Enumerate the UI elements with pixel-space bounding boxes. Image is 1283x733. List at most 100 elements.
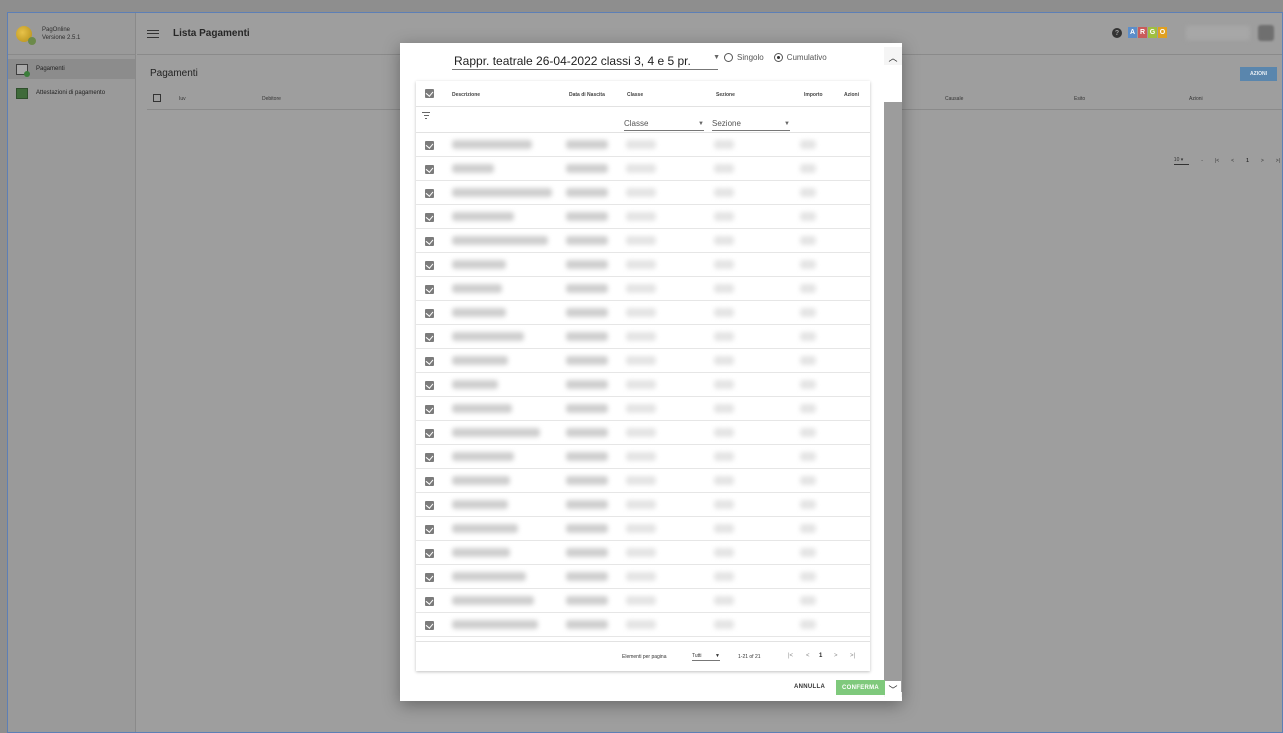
table-row[interactable] <box>416 133 870 157</box>
column-header[interactable]: Data di Nascita <box>569 92 605 98</box>
row-checkbox[interactable] <box>425 525 434 534</box>
row-checkbox[interactable] <box>425 621 434 630</box>
table-row[interactable] <box>416 397 870 421</box>
chevron-down-icon: ▼ <box>784 121 790 127</box>
table-row[interactable] <box>416 277 870 301</box>
row-checkbox[interactable] <box>425 477 434 486</box>
column-header[interactable]: Debitore <box>262 96 281 102</box>
table-row[interactable] <box>416 229 870 253</box>
event-select-value: Rappr. teatrale 26-04-2022 classi 3, 4 e… <box>454 54 691 68</box>
row-checkbox[interactable] <box>425 573 434 582</box>
prev-page-icon[interactable]: < <box>806 653 810 659</box>
column-header[interactable]: Descrizione <box>452 92 480 98</box>
redacted-cell <box>626 620 656 629</box>
redacted-cell <box>566 500 608 509</box>
column-header[interactable]: Azioni <box>1189 96 1203 102</box>
last-page-icon[interactable]: >| <box>850 653 855 659</box>
redacted-cell <box>452 404 512 413</box>
redacted-cell <box>452 188 552 197</box>
sidebar-item-attestazioni[interactable]: Attestazioni di pagamento <box>8 83 135 103</box>
row-checkbox[interactable] <box>425 309 434 318</box>
column-header[interactable]: Iuv <box>179 96 186 102</box>
row-checkbox[interactable] <box>425 453 434 462</box>
table-row[interactable] <box>416 157 870 181</box>
students-table-body <box>416 133 870 637</box>
column-header[interactable]: Azioni <box>844 92 859 98</box>
dialog-scrollbar[interactable]: ︿ ﹀ <box>884 47 902 697</box>
row-checkbox[interactable] <box>425 597 434 606</box>
redacted-cell <box>626 404 656 413</box>
prev-page-icon[interactable]: < <box>1231 158 1234 164</box>
redacted-cell <box>714 188 734 197</box>
first-page-icon[interactable]: |< <box>788 653 793 659</box>
scroll-down-icon[interactable]: ﹀ <box>885 681 901 697</box>
cancel-button[interactable]: ANNULLA <box>794 684 825 690</box>
row-checkbox[interactable] <box>425 357 434 366</box>
radio-cumulativo[interactable] <box>773 53 783 62</box>
table-row[interactable] <box>416 253 870 277</box>
row-checkbox[interactable] <box>425 429 434 438</box>
row-checkbox[interactable] <box>425 405 434 414</box>
table-row[interactable] <box>416 493 870 517</box>
table-row[interactable] <box>416 469 870 493</box>
column-header[interactable]: Sezione <box>716 92 735 98</box>
table-row[interactable] <box>416 325 870 349</box>
column-header[interactable]: Causale <box>945 96 963 102</box>
first-page-icon[interactable]: |< <box>1215 158 1219 164</box>
table-row[interactable] <box>416 181 870 205</box>
table-row[interactable] <box>416 589 870 613</box>
redacted-cell <box>452 476 510 485</box>
sidebar-item-pagamenti[interactable]: Pagamenti <box>8 59 135 79</box>
redacted-cell <box>566 524 608 533</box>
row-checkbox[interactable] <box>425 213 434 222</box>
per-page-select[interactable]: 10 ▾ <box>1173 157 1190 165</box>
row-checkbox[interactable] <box>425 165 434 174</box>
column-header[interactable]: Importo <box>804 92 823 98</box>
classe-filter-select[interactable]: Classe ▼ <box>624 119 704 131</box>
column-header[interactable]: Esito <box>1074 96 1085 102</box>
table-row[interactable] <box>416 373 870 397</box>
event-select[interactable]: Rappr. teatrale 26-04-2022 classi 3, 4 e… <box>452 50 720 70</box>
per-page-select[interactable]: Tutti ▼ <box>692 653 720 661</box>
table-row[interactable] <box>416 541 870 565</box>
filter-row: Classe ▼ Sezione ▼ <box>416 107 870 133</box>
next-page-icon[interactable]: > <box>1261 158 1264 164</box>
table-row[interactable] <box>416 205 870 229</box>
table-row[interactable] <box>416 565 870 589</box>
row-checkbox[interactable] <box>425 381 434 390</box>
filter-icon[interactable] <box>422 112 430 121</box>
actions-button[interactable]: AZIONI <box>1240 67 1277 81</box>
radio-singolo[interactable] <box>724 53 733 62</box>
column-header[interactable]: Classe <box>627 92 643 98</box>
row-checkbox[interactable] <box>425 141 434 150</box>
avatar[interactable] <box>1258 25 1274 41</box>
row-checkbox[interactable] <box>425 501 434 510</box>
row-checkbox[interactable] <box>425 549 434 558</box>
select-all-checkbox[interactable] <box>425 89 434 98</box>
table-row[interactable] <box>416 421 870 445</box>
table-row[interactable] <box>416 517 870 541</box>
help-icon[interactable]: ? <box>1112 28 1122 38</box>
next-page-icon[interactable]: > <box>834 653 838 659</box>
students-table-header: Descrizione Data di Nascita Classe Sezio… <box>416 81 870 107</box>
user-name[interactable] <box>1186 26 1250 40</box>
chevron-down-icon: ▼ <box>713 54 720 61</box>
row-checkbox[interactable] <box>425 189 434 198</box>
table-row[interactable] <box>416 613 870 637</box>
table-row[interactable] <box>416 349 870 373</box>
redacted-cell <box>800 308 816 317</box>
row-checkbox[interactable] <box>425 261 434 270</box>
confirm-button[interactable]: CONFERMA <box>836 680 886 695</box>
redacted-cell <box>452 572 526 581</box>
sezione-filter-select[interactable]: Sezione ▼ <box>712 119 790 131</box>
row-checkbox[interactable] <box>425 333 434 342</box>
row-checkbox[interactable] <box>425 237 434 246</box>
scroll-thumb[interactable] <box>884 65 902 102</box>
last-page-icon[interactable]: >| <box>1276 158 1280 164</box>
table-row[interactable] <box>416 301 870 325</box>
row-checkbox[interactable] <box>425 285 434 294</box>
select-all-checkbox[interactable] <box>153 94 161 102</box>
table-row[interactable] <box>416 445 870 469</box>
menu-icon[interactable] <box>147 29 159 38</box>
scroll-up-icon[interactable]: ︿ <box>885 49 901 65</box>
